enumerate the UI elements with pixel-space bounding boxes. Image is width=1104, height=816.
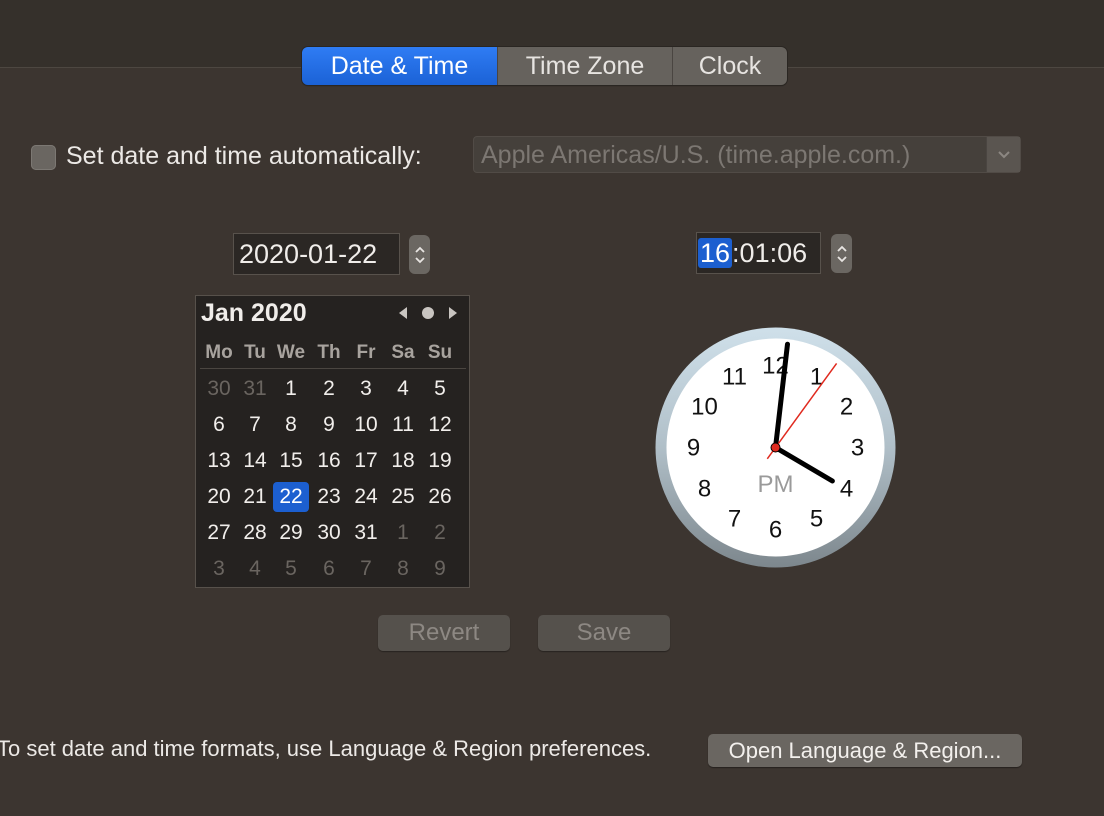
auto-time-checkbox[interactable] [31,145,56,170]
revert-button[interactable]: Revert [378,615,510,651]
weekday-su: Su [427,342,453,363]
calendar-day[interactable]: 15 [273,446,309,476]
calendar-day[interactable]: 28 [237,518,273,548]
calendar-day[interactable]: 31 [237,374,273,404]
clock-numeral: 2 [840,394,853,421]
calendar-day[interactable]: 14 [237,446,273,476]
calendar-day[interactable]: 30 [201,374,237,404]
calendar-day[interactable]: 10 [348,410,384,440]
calendar-day[interactable]: 25 [385,482,421,512]
clock-numeral: 3 [851,435,864,462]
calendar-day[interactable]: 23 [311,482,347,512]
calendar-day[interactable]: 1 [385,518,421,548]
calendar-day[interactable]: 12 [422,410,458,440]
calendar-day[interactable]: 24 [348,482,384,512]
calendar-day[interactable]: 9 [422,554,458,584]
time-hours[interactable]: 16 [698,238,733,268]
tab-clock[interactable]: Clock [672,47,787,85]
today-dot-icon[interactable] [421,306,435,320]
calendar-day[interactable]: 7 [237,410,273,440]
calendar-month-label: Jan 2020 [201,299,307,327]
calendar-day[interactable]: 4 [237,554,273,584]
clock-numeral: 11 [722,364,747,391]
calendar-day[interactable]: 6 [311,554,347,584]
calendar-day[interactable]: 30 [311,518,347,548]
weekday-th: Th [317,342,341,363]
calendar-day[interactable]: 22 [273,482,309,512]
weekday-mo: Mo [205,342,233,363]
clock-numeral: 5 [810,506,823,533]
clock-numeral: 8 [698,476,711,503]
clock-numeral: 7 [728,506,741,533]
calendar-day[interactable]: 2 [422,518,458,548]
time-server-value: Apple Americas/U.S. (time.apple.com.) [481,141,911,169]
date-value: 2020-01-22 [239,239,378,269]
prev-month-icon[interactable] [397,306,409,320]
calendar-day[interactable]: 16 [311,446,347,476]
clock-numeral: 1 [810,364,823,391]
time-stepper[interactable] [831,234,852,273]
calendar-day[interactable]: 18 [385,446,421,476]
calendar-day[interactable]: 6 [201,410,237,440]
calendar-day[interactable]: 27 [201,518,237,548]
calendar-day[interactable]: 7 [348,554,384,584]
calendar-day[interactable]: 4 [385,374,421,404]
tab-time-zone[interactable]: Time Zone [497,47,672,85]
clock-center-pin [770,442,781,453]
calendar-day[interactable]: 5 [273,554,309,584]
calendar-day[interactable]: 19 [422,446,458,476]
calendar-day[interactable]: 26 [422,482,458,512]
tab-bar: Date & Time Time Zone Clock [302,47,787,85]
calendar-day[interactable]: 8 [385,554,421,584]
analog-clock: 12 1234567891011 PM [655,327,896,568]
chevron-down-icon [836,255,847,262]
chevron-down-icon [986,137,1020,172]
time-field[interactable]: 16:01:06 [696,232,821,274]
calendar-day[interactable]: 2 [311,374,347,404]
next-month-icon[interactable] [447,306,459,320]
calendar-day[interactable]: 20 [201,482,237,512]
weekday-sa: Sa [391,342,415,363]
date-stepper[interactable] [409,235,430,274]
calendar-day[interactable]: 3 [201,554,237,584]
calendar-day[interactable]: 8 [273,410,309,440]
clock-numeral: 6 [769,517,782,544]
calendar-day[interactable]: 11 [385,410,421,440]
footer-info-text: To set date and time formats, use Langua… [0,736,652,761]
chevron-up-icon [414,246,425,253]
calendar-day[interactable]: 29 [273,518,309,548]
weekday-tu: Tu [244,342,266,363]
chevron-down-icon [414,256,425,263]
time-rest: :01:06 [732,238,808,268]
open-language-region-button[interactable]: Open Language & Region... [708,734,1022,767]
calendar: Jan 2020 Mo Tu We Th Fr Sa Su 30 31 1 2 3 4 5 6 7 8 9 10 11… [195,295,470,588]
clock-numeral: 4 [840,476,853,503]
tab-date-time[interactable]: Date & Time [302,47,497,85]
calendar-day[interactable]: 3 [348,374,384,404]
calendar-day[interactable]: 31 [348,518,384,548]
weekday-we: We [276,342,306,363]
calendar-nav [397,306,459,320]
clock-period: PM [758,471,794,498]
auto-time-label: Set date and time automatically: [66,142,422,170]
calendar-day[interactable]: 17 [348,446,384,476]
date-field[interactable]: 2020-01-22 [233,233,400,275]
clock-numeral: 9 [687,435,700,462]
save-button[interactable]: Save [538,615,670,651]
calendar-day[interactable]: 13 [201,446,237,476]
chevron-up-icon [836,245,847,252]
clock-numeral: 10 [691,394,718,421]
calendar-day[interactable]: 21 [237,482,273,512]
calendar-day[interactable]: 9 [311,410,347,440]
calendar-day[interactable]: 1 [273,374,309,404]
calendar-day[interactable]: 5 [422,374,458,404]
weekday-fr: Fr [356,342,376,363]
time-server-select[interactable]: Apple Americas/U.S. (time.apple.com.) [473,136,1021,173]
